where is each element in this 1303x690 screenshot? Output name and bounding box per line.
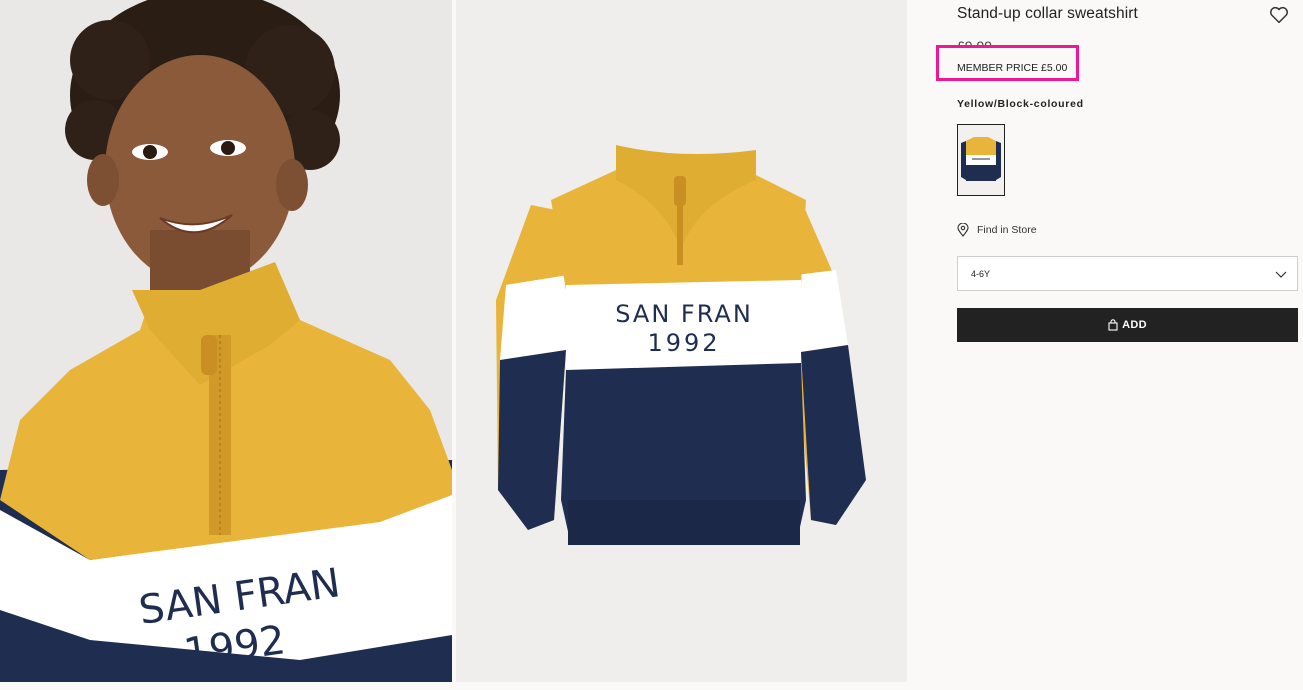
heart-icon[interactable] <box>1268 4 1290 26</box>
find-in-store-label: Find in Store <box>977 224 1037 236</box>
product-image-model[interactable]: SAN FRAN 1992 <box>0 0 452 682</box>
location-pin-icon <box>957 223 969 237</box>
size-selected-value: 4-6Y <box>971 269 991 279</box>
color-name: Yellow/Block-coloured <box>957 98 1084 110</box>
chevron-down-icon <box>1275 271 1287 278</box>
product-image-flat[interactable]: SAN FRAN 1992 <box>456 0 907 682</box>
color-swatch-yellow[interactable] <box>957 124 1005 196</box>
product-info-panel: Stand-up collar sweatshirt £9.99 MEMBER … <box>936 0 1303 690</box>
add-button-label: ADD <box>1122 319 1147 331</box>
product-title: Stand-up collar sweatshirt <box>957 5 1138 22</box>
flat-print-line2: 1992 <box>647 329 720 357</box>
flat-print-line1: SAN FRAN <box>615 300 753 328</box>
find-in-store-link[interactable]: Find in Store <box>957 222 1037 238</box>
shopping-bag-icon <box>1108 319 1118 331</box>
member-price: MEMBER PRICE £5.00 <box>957 62 1068 74</box>
add-to-bag-button[interactable]: ADD <box>957 308 1298 342</box>
size-select[interactable]: 4-6Y <box>957 256 1298 291</box>
